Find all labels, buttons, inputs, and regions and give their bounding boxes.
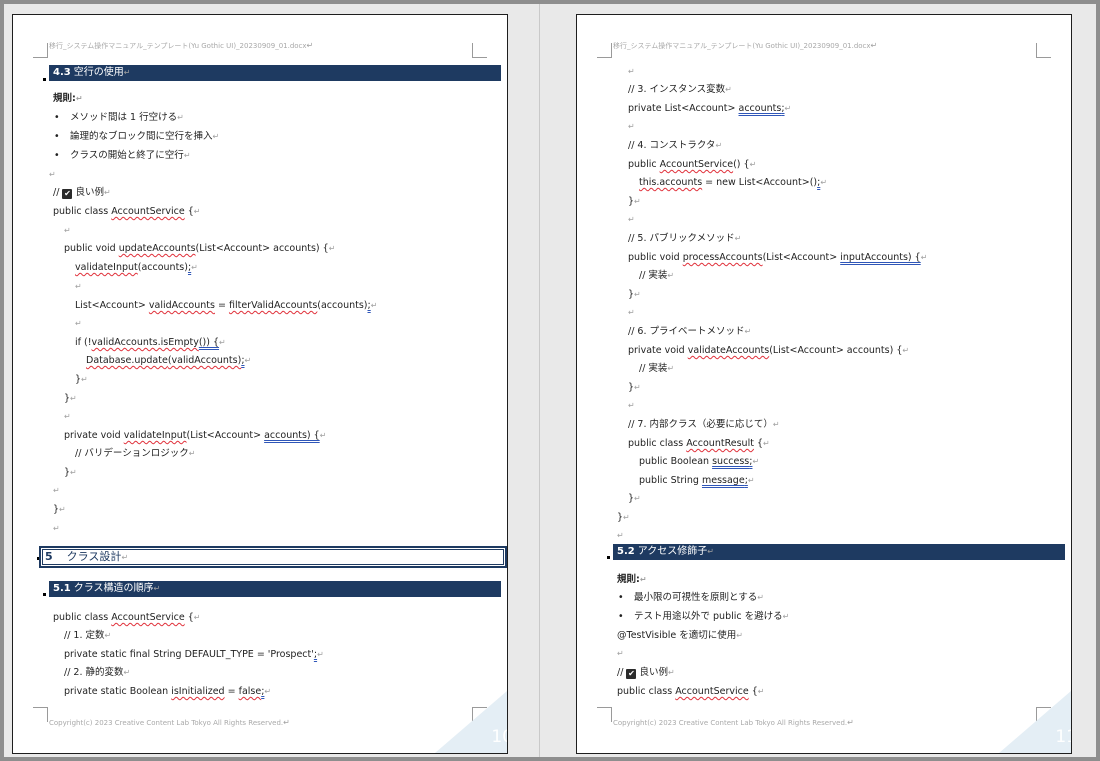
- page-10[interactable]: 移行_システム操作マニュアル_テンプレート(Yu Gothic UI)_2023…: [12, 14, 508, 754]
- heading-5[interactable]: 5 クラス設計↵: [39, 546, 507, 568]
- code-line: }↵: [628, 196, 641, 207]
- empty-paragraph: ↵: [617, 649, 624, 658]
- crop-mark: [472, 43, 487, 58]
- code-line: // 実装↵: [639, 270, 675, 281]
- code-line: ↵: [628, 401, 635, 410]
- code-line: private List<Account> accounts;↵: [628, 103, 792, 114]
- code-line: }↵: [628, 382, 641, 393]
- code-line: ↵: [53, 524, 60, 533]
- code-line: ↵: [75, 319, 82, 328]
- code-line: ↵: [628, 215, 635, 224]
- code-line: }↵: [75, 374, 88, 385]
- rules-label: 規則:↵: [617, 574, 647, 585]
- testvisible-line: @TestVisible を適切に使用↵: [617, 630, 743, 641]
- code-line: // 6. プライベートメソッド↵: [628, 326, 752, 337]
- code-line: private static Boolean isInitialized = f…: [64, 686, 272, 697]
- code-line: ↵: [75, 282, 82, 291]
- code-line: // バリデーションロジック↵: [75, 448, 196, 459]
- code-line: // 5. パブリックメソッド↵: [628, 233, 742, 244]
- page-header: 移行_システム操作マニュアル_テンプレート(Yu Gothic UI)_2023…: [613, 41, 878, 50]
- bullet-item: クラスの開始と終了に空行↵: [54, 150, 190, 162]
- code-line: }↵: [628, 289, 641, 300]
- bullet-item: メソッド間は 1 行空ける↵: [54, 112, 184, 124]
- page-footer: Copyright(c) 2023 Creative Content Lab T…: [613, 718, 854, 727]
- code-line: }↵: [628, 493, 641, 504]
- code-line: public class AccountService {↵: [617, 686, 765, 697]
- code-line: this.accounts = new List<Account>();↵: [639, 177, 828, 188]
- code-line: public void processAccounts(List<Account…: [628, 252, 928, 263]
- bullet-item: テスト用途以外で public を避ける↵: [618, 611, 789, 623]
- code-line: public class AccountResult {↵: [628, 438, 770, 449]
- checkmark-icon: ✔: [62, 189, 73, 199]
- crop-mark: [597, 707, 612, 722]
- crop-mark: [33, 43, 48, 58]
- heading-4-3[interactable]: 4.3 空行の使用↵: [49, 65, 501, 81]
- empty-paragraph: ↵: [49, 170, 56, 179]
- code-line: }↵: [53, 504, 66, 515]
- checkmark-icon: ✔: [626, 669, 637, 679]
- page-gutter: [539, 4, 540, 757]
- page-footer: Copyright(c) 2023 Creative Content Lab T…: [49, 718, 290, 727]
- code-line: private void validateAccounts(List<Accou…: [628, 345, 910, 356]
- heading-marker: [43, 593, 46, 596]
- code-line: public String message;↵: [639, 475, 755, 486]
- code-line: }↵: [64, 393, 77, 404]
- code-line: ↵: [53, 486, 60, 495]
- rules-label: 規則:↵: [53, 93, 83, 104]
- code-line: ↵: [628, 122, 635, 131]
- code-line: validateInput(accounts);↵: [75, 262, 198, 273]
- code-line: ↵: [628, 67, 635, 76]
- crop-mark: [33, 707, 48, 722]
- bullet-item: 論理的なブロック間に空行を挿入↵: [54, 131, 219, 143]
- heading-5-2[interactable]: 5.2 アクセス修飾子↵: [613, 544, 1065, 560]
- code-line: // 3. インスタンス変数↵: [628, 84, 732, 95]
- code-line: Database.update(validAccounts);↵: [86, 355, 252, 366]
- crop-mark: [597, 43, 612, 58]
- code-line: private void validateInput(List<Account>…: [64, 430, 327, 441]
- code-line: // 4. コンストラクタ↵: [628, 140, 723, 151]
- code-line: public void updateAccounts(List<Account>…: [64, 243, 336, 254]
- bullet-item: 最小限の可視性を原則とする↵: [618, 592, 764, 604]
- crop-mark: [1036, 43, 1051, 58]
- code-line: ↵: [628, 308, 635, 317]
- page-number: 11: [1055, 727, 1071, 747]
- code-line: // 1. 定数↵: [64, 630, 112, 641]
- good-example-comment: // ✔ 良い例↵: [617, 667, 675, 679]
- good-example-comment: // ✔ 良い例↵: [53, 187, 111, 199]
- code-line: }↵: [617, 512, 630, 523]
- code-line: private static final String DEFAULT_TYPE…: [64, 649, 324, 660]
- code-line: // 7. 内部クラス（必要に応じて）↵: [628, 419, 780, 430]
- code-line: public class AccountService {↵: [53, 206, 201, 217]
- code-line: // 実装↵: [639, 363, 675, 374]
- code-line: // 2. 静的変数↵: [64, 667, 131, 678]
- code-line: public Boolean success;↵: [639, 456, 760, 467]
- code-line: if (!validAccounts.isEmpty()) {↵: [75, 337, 226, 348]
- code-line: ↵: [64, 226, 71, 235]
- page-11[interactable]: 移行_システム操作マニュアル_テンプレート(Yu Gothic UI)_2023…: [576, 14, 1072, 754]
- heading-5-1[interactable]: 5.1 クラス構造の順序↵: [49, 581, 501, 597]
- heading-marker: [43, 78, 46, 81]
- page-header: 移行_システム操作マニュアル_テンプレート(Yu Gothic UI)_2023…: [49, 41, 314, 50]
- page-number: 10: [491, 727, 507, 747]
- code-line: }↵: [64, 467, 77, 478]
- code-line: public class AccountService {↵: [53, 612, 201, 623]
- code-line: ↵: [617, 531, 624, 540]
- heading-marker: [607, 556, 610, 559]
- code-line: List<Account> validAccounts = filterVali…: [75, 300, 378, 311]
- document-workspace[interactable]: 移行_システム操作マニュアル_テンプレート(Yu Gothic UI)_2023…: [4, 4, 1096, 757]
- code-line: public AccountService() {↵: [628, 159, 757, 170]
- code-line: ↵: [64, 412, 71, 421]
